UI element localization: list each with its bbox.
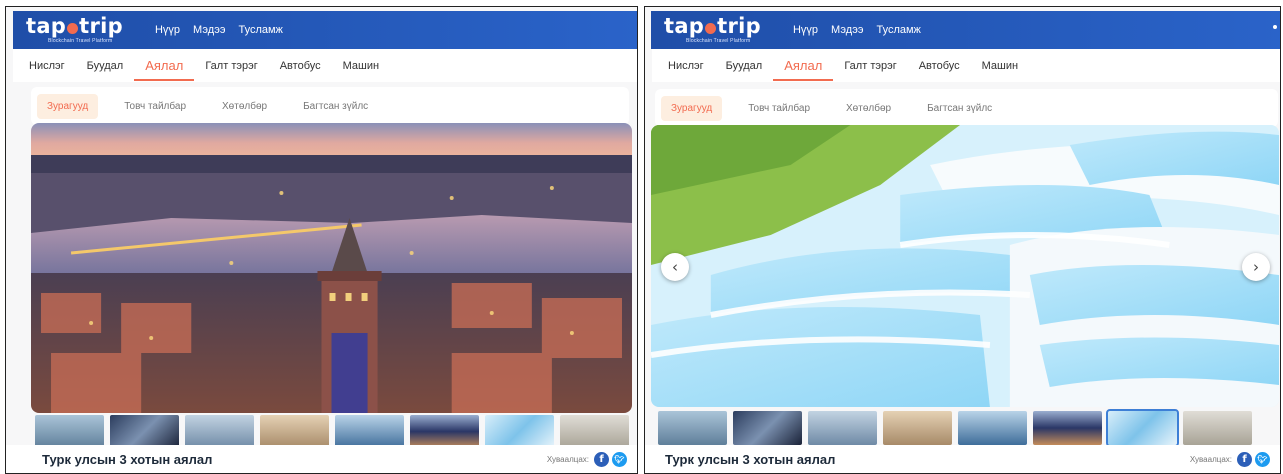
category-train[interactable]: Галт тэрэг <box>844 52 896 80</box>
subtab-photos[interactable]: Зурагууд <box>37 93 99 119</box>
thumbnail-2[interactable] <box>733 411 802 445</box>
logo-tagline: Blockchain Travel Platform <box>686 38 751 44</box>
pamukkale-photo <box>651 125 1279 407</box>
thumbnail-8[interactable] <box>560 415 629 448</box>
share-label: Хуваалцах: <box>1189 454 1232 464</box>
facebook-icon[interactable]: f <box>1237 451 1252 467</box>
subtab-summary[interactable]: Товч тайлбар <box>114 94 196 119</box>
thumbnail-6[interactable] <box>1033 411 1102 445</box>
tour-main-photo[interactable] <box>31 123 632 413</box>
logo-dot-icon <box>705 22 717 34</box>
nav-news[interactable]: Мэдээ <box>831 24 863 36</box>
thumbnail-4[interactable] <box>883 411 952 445</box>
subtab-itinerary[interactable]: Хөтөлбөр <box>836 96 901 121</box>
nav-help[interactable]: Тусламж <box>238 24 282 36</box>
thumbnail-1[interactable] <box>658 411 727 445</box>
category-flight[interactable]: Нислэг <box>668 52 704 80</box>
chevron-left-icon[interactable]: ‹ <box>661 253 689 281</box>
category-bus[interactable]: Автобус <box>919 52 960 80</box>
nav-home[interactable]: Нүүр <box>793 24 818 36</box>
chevron-right-icon[interactable]: › <box>1242 253 1270 281</box>
thumbnail-5[interactable] <box>335 415 404 448</box>
top-navbar: tap trip Blockchain Travel Platform Нүүр … <box>13 11 637 49</box>
tour-title-bar: Турк улсын 3 хотын аялал Хуваалцах: f 🐦︎ <box>645 445 1280 473</box>
tour-title: Турк улсын 3 хотын аялал <box>42 451 213 467</box>
share-group: Хуваалцах: f 🐦︎ <box>1189 451 1270 467</box>
thumbnail-strip <box>658 409 1280 447</box>
subtab-itinerary[interactable]: Хөтөлбөр <box>212 94 277 119</box>
thumbnail-1[interactable] <box>35 415 104 448</box>
facebook-icon[interactable]: f <box>594 451 609 467</box>
tapatrip-logo[interactable]: tap trip Blockchain Travel Platform <box>26 16 123 44</box>
tour-title: Турк улсын 3 хотын аялал <box>665 451 836 467</box>
thumbnail-2[interactable] <box>110 415 179 448</box>
thumbnail-5[interactable] <box>958 411 1027 445</box>
category-car[interactable]: Машин <box>982 52 1018 80</box>
menu-dot-icon[interactable] <box>1273 25 1277 29</box>
top-navbar: tap trip Blockchain Travel Platform Нүүр … <box>651 11 1280 49</box>
nav-help[interactable]: Тусламж <box>876 24 920 36</box>
category-bus[interactable]: Автобус <box>280 52 321 80</box>
subtab-included[interactable]: Багтсан зүйлс <box>917 96 1002 121</box>
thumbnail-3[interactable] <box>185 415 254 448</box>
thumbnail-8[interactable] <box>1183 411 1252 445</box>
subtab-summary[interactable]: Товч тайлбар <box>738 96 820 121</box>
twitter-icon[interactable]: 🐦︎ <box>1255 451 1270 467</box>
tour-title-bar: Турк улсын 3 хотын аялал Хуваалцах: f 🐦︎ <box>6 445 637 473</box>
tapatrip-logo[interactable]: tap trip Blockchain Travel Platform <box>664 16 761 44</box>
category-tour[interactable]: Аялал <box>134 50 195 81</box>
category-flight[interactable]: Нислэг <box>29 52 65 80</box>
tour-main-photo[interactable] <box>651 125 1279 407</box>
logo-dot-icon <box>67 22 79 34</box>
category-train[interactable]: Галт тэрэг <box>205 52 257 80</box>
category-tabs: Нислэг Буудал Аялал Галт тэрэг Автобус М… <box>13 49 637 82</box>
thumbnail-strip <box>35 415 633 448</box>
thumbnail-7[interactable] <box>1106 409 1179 447</box>
nav-home[interactable]: Нүүр <box>155 24 180 36</box>
share-label: Хуваалцах: <box>546 454 589 464</box>
category-car[interactable]: Машин <box>343 52 379 80</box>
logo-tagline: Blockchain Travel Platform <box>48 38 113 44</box>
tour-subtabs: Зурагууд Товч тайлбар Хөтөлбөр Багтсан з… <box>31 87 629 125</box>
category-hotel[interactable]: Буудал <box>726 52 763 80</box>
category-tour[interactable]: Аялал <box>773 50 834 81</box>
thumbnail-6[interactable] <box>410 415 479 448</box>
share-group: Хуваалцах: f 🐦︎ <box>546 451 627 467</box>
screenshot-frame-right: tap trip Blockchain Travel Platform Нүүр … <box>644 6 1281 474</box>
screenshot-frame-left: tap trip Blockchain Travel Platform Нүүр … <box>5 6 638 474</box>
category-tabs: Нислэг Буудал Аялал Галт тэрэг Автобус М… <box>652 49 1280 82</box>
istanbul-photo <box>31 123 632 413</box>
thumbnail-3[interactable] <box>808 411 877 445</box>
subtab-included[interactable]: Багтсан зүйлс <box>293 94 378 119</box>
tour-subtabs: Зурагууд Товч тайлбар Хөтөлбөр Багтсан з… <box>655 89 1278 127</box>
twitter-icon[interactable]: 🐦︎ <box>612 451 627 467</box>
category-hotel[interactable]: Буудал <box>87 52 124 80</box>
thumbnail-7[interactable] <box>485 415 554 448</box>
nav-news[interactable]: Мэдээ <box>193 24 225 36</box>
thumbnail-4[interactable] <box>260 415 329 448</box>
subtab-photos[interactable]: Зурагууд <box>661 95 723 121</box>
